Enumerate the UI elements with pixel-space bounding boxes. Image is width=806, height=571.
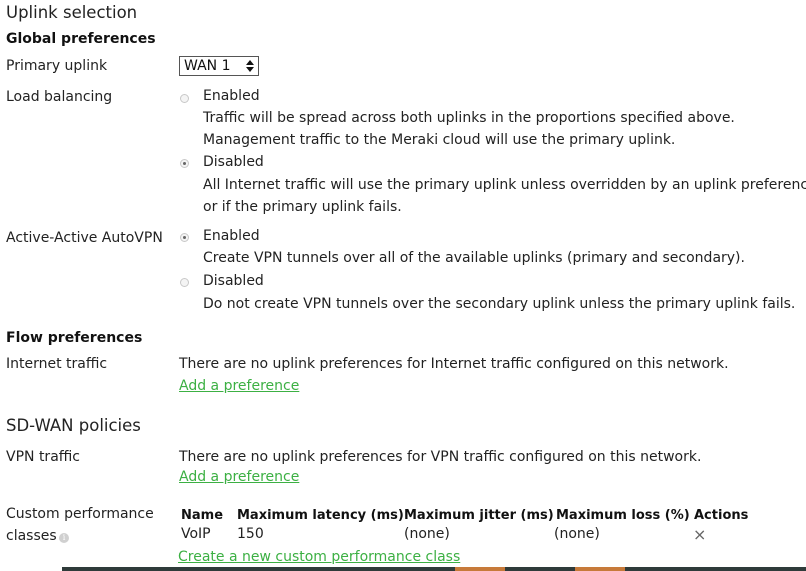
load-balancing-disabled-desc-2: or if the primary uplink fails.	[203, 199, 402, 215]
custom-performance-label-line1: Custom performance	[6, 506, 154, 522]
delete-icon[interactable]: ×	[693, 525, 706, 544]
autovpn-enabled-radio[interactable]	[180, 233, 189, 242]
load-balancing-enabled-radio[interactable]	[180, 94, 189, 103]
bottom-strip-segment-dark-2	[505, 567, 575, 571]
load-balancing-enabled-desc-2: Management traffic to the Meraki cloud w…	[203, 132, 676, 148]
autovpn-disabled-desc: Do not create VPN tunnels over the secon…	[203, 296, 796, 312]
custom-performance-label-line2: classes	[6, 528, 57, 544]
load-balancing-enabled-label: Enabled	[203, 88, 260, 104]
add-vpn-preference-link[interactable]: Add a preference	[179, 469, 299, 485]
vpn-traffic-text: There are no uplink preferences for VPN …	[179, 449, 702, 465]
create-performance-class-link[interactable]: Create a new custom performance class	[178, 549, 460, 565]
load-balancing-label: Load balancing	[6, 89, 113, 105]
cell-latency: 150	[237, 526, 264, 542]
primary-uplink-select[interactable]: WAN 1	[179, 56, 259, 76]
bottom-strip	[0, 567, 806, 571]
global-preferences-heading: Global preferences	[6, 31, 156, 47]
vpn-traffic-label: VPN traffic	[6, 449, 80, 465]
primary-uplink-label: Primary uplink	[6, 58, 108, 74]
cell-loss: (none)	[554, 526, 600, 542]
load-balancing-disabled-label: Disabled	[203, 154, 264, 170]
autovpn-label: Active-Active AutoVPN	[6, 230, 163, 246]
add-internet-preference-link[interactable]: Add a preference	[179, 378, 299, 394]
bottom-strip-segment-dark-3	[625, 567, 806, 571]
internet-traffic-label: Internet traffic	[6, 356, 108, 372]
autovpn-disabled-label: Disabled	[203, 273, 264, 289]
autovpn-disabled-radio[interactable]	[180, 278, 189, 287]
load-balancing-disabled-radio[interactable]	[180, 159, 189, 168]
column-header-loss: Maximum loss (%)	[556, 508, 690, 523]
autovpn-enabled-desc: Create VPN tunnels over all of the avail…	[203, 250, 745, 266]
load-balancing-enabled-desc-1: Traffic will be spread across both uplin…	[203, 110, 735, 126]
select-arrows-icon	[246, 60, 254, 72]
info-icon[interactable]: i	[59, 533, 69, 543]
bottom-strip-segment-dark	[62, 567, 455, 571]
cell-jitter: (none)	[404, 526, 450, 542]
flow-preferences-heading: Flow preferences	[6, 330, 143, 346]
column-header-latency: Maximum latency (ms)	[237, 508, 404, 523]
column-header-jitter: Maximum jitter (ms)	[404, 508, 554, 523]
load-balancing-disabled-desc-1: All Internet traffic will use the primar…	[203, 177, 806, 193]
column-header-actions: Actions	[694, 508, 749, 523]
primary-uplink-value: WAN 1	[184, 58, 231, 74]
bottom-strip-segment-orange	[455, 567, 505, 571]
page-title: Uplink selection	[6, 3, 138, 22]
cell-name: VoIP	[181, 526, 211, 542]
bottom-strip-segment-orange-2	[575, 567, 625, 571]
sdwan-policies-heading: SD-WAN policies	[6, 416, 141, 435]
column-header-name: Name	[181, 508, 224, 523]
internet-traffic-text: There are no uplink preferences for Inte…	[179, 356, 729, 372]
autovpn-enabled-label: Enabled	[203, 228, 260, 244]
